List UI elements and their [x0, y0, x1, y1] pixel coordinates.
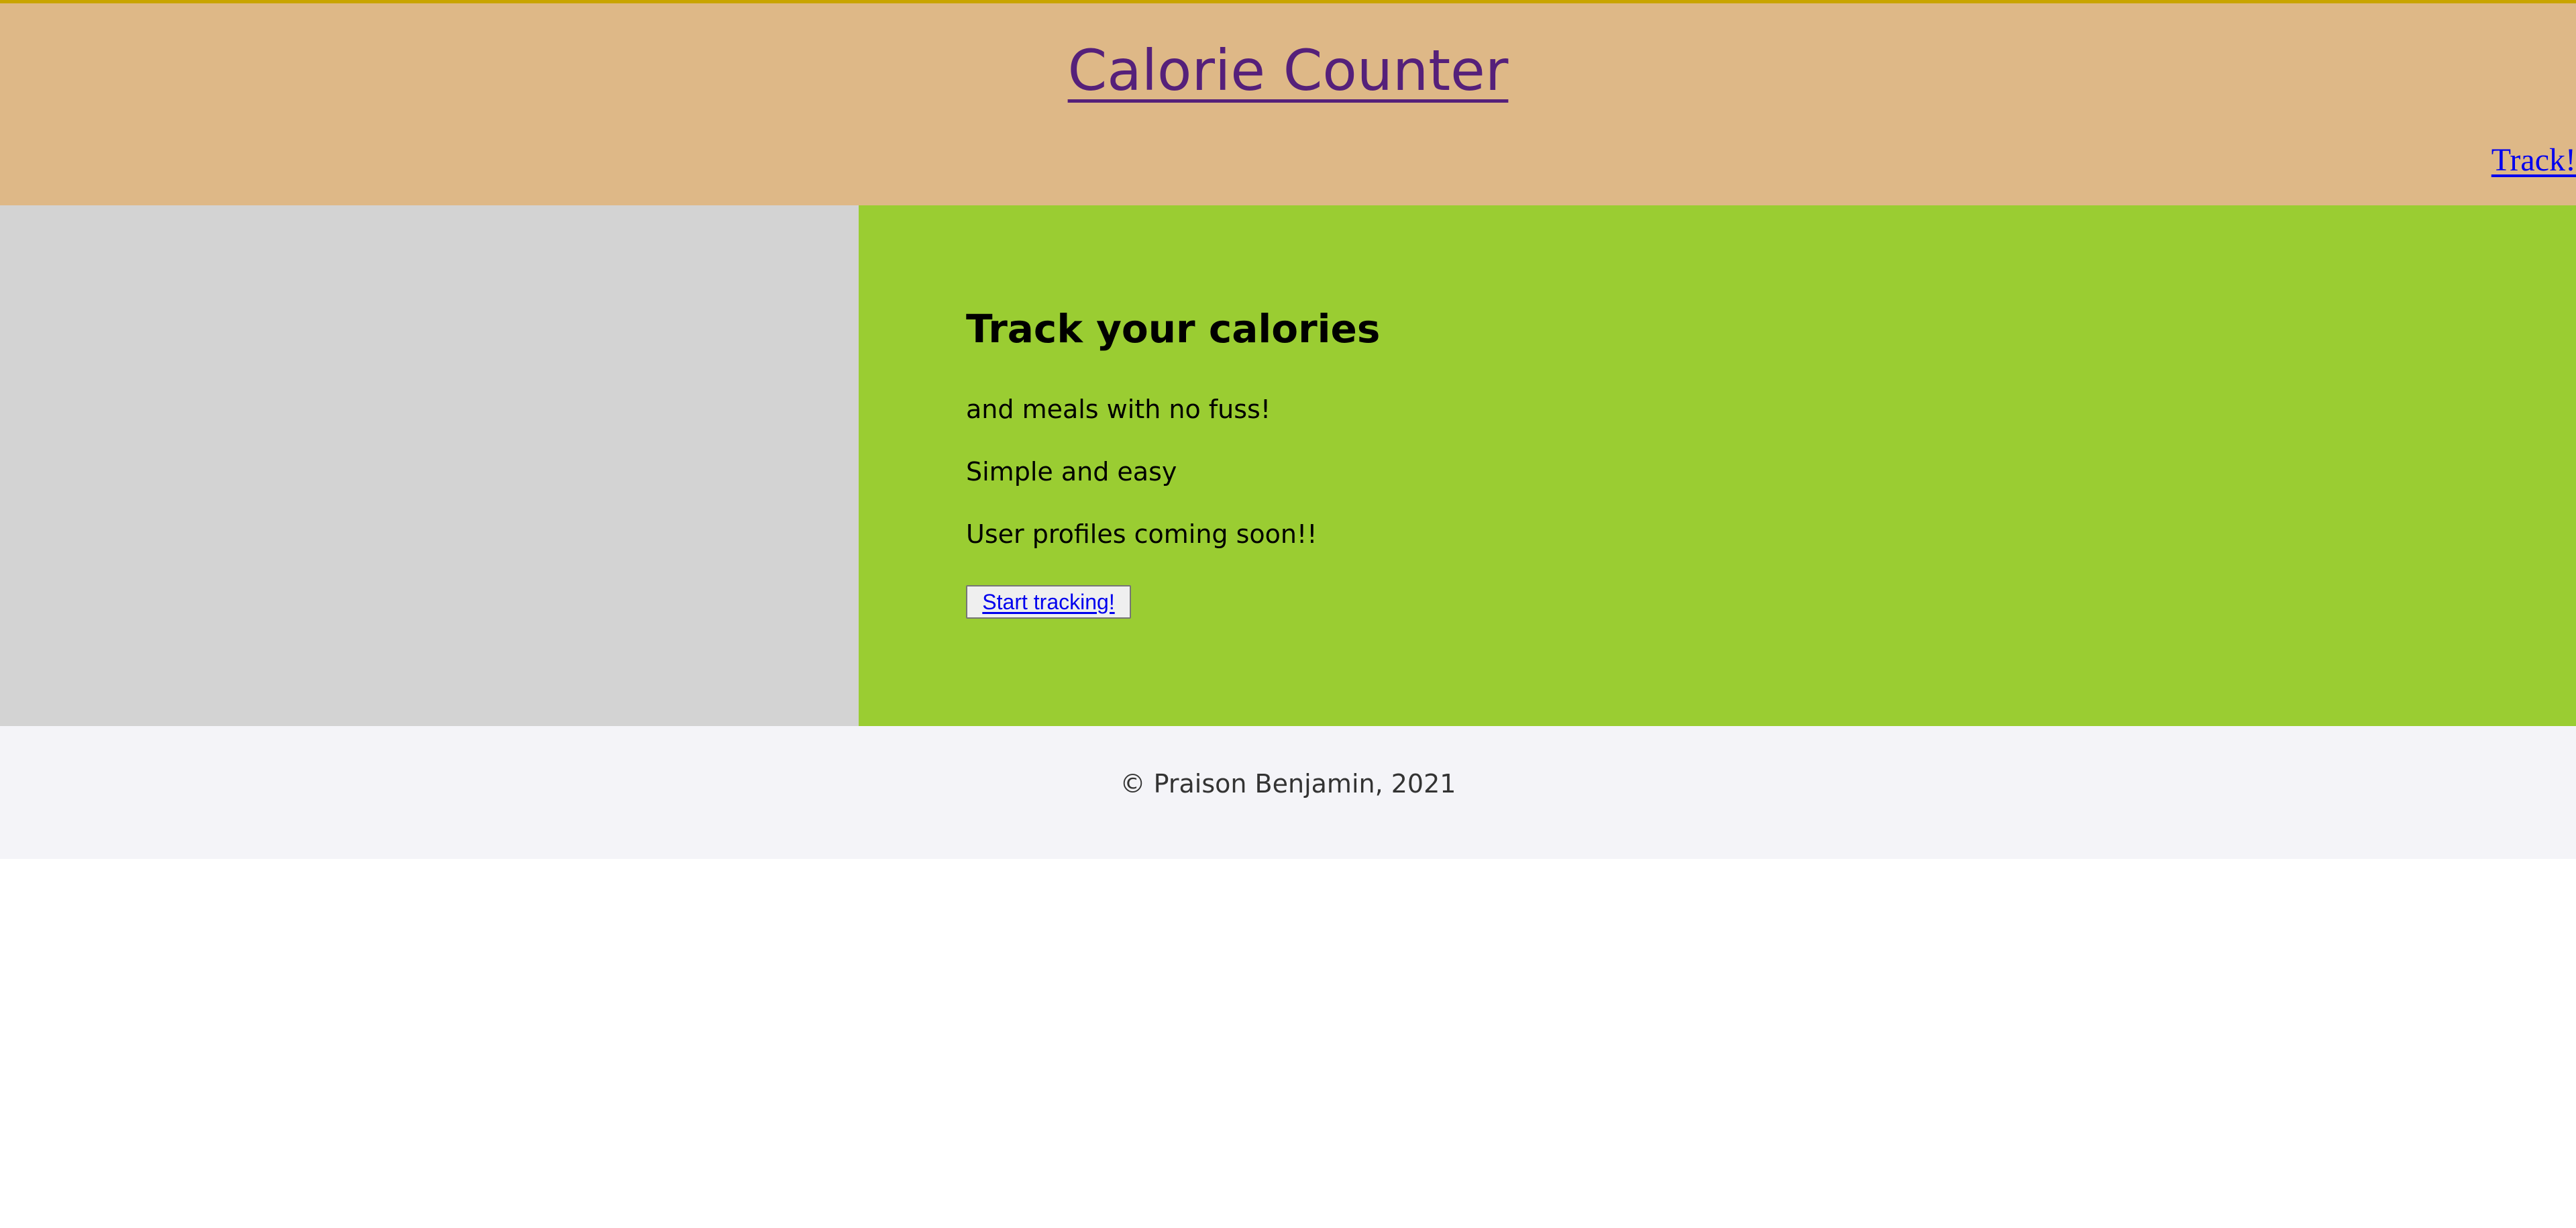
site-header: Calorie Counter Track!	[0, 0, 2576, 205]
page: Calorie Counter Track! Track your calori…	[0, 0, 2576, 1228]
hero-announcement-text: User profiles coming soon!!	[966, 519, 1318, 549]
hero-tagline: and meals with no fuss!	[966, 395, 1271, 424]
site-footer: © Praison Benjamin, 2021	[0, 726, 2576, 859]
hero-section: Track your calories and meals with no fu…	[0, 205, 2576, 726]
hero-content-panel: Track your calories and meals with no fu…	[859, 205, 2576, 726]
start-tracking-button[interactable]: Start tracking!	[966, 585, 1131, 619]
hero-image-panel	[0, 205, 859, 726]
hero-heading: Track your calories	[966, 306, 1381, 352]
site-title: Calorie Counter	[0, 37, 2576, 105]
hero-feature-text: Simple and easy	[966, 457, 1177, 487]
copyright-text: © Praison Benjamin, 2021	[1120, 769, 1456, 799]
site-title-link[interactable]: Calorie Counter	[1068, 38, 1509, 103]
track-nav-link[interactable]: Track!	[2491, 142, 2576, 178]
